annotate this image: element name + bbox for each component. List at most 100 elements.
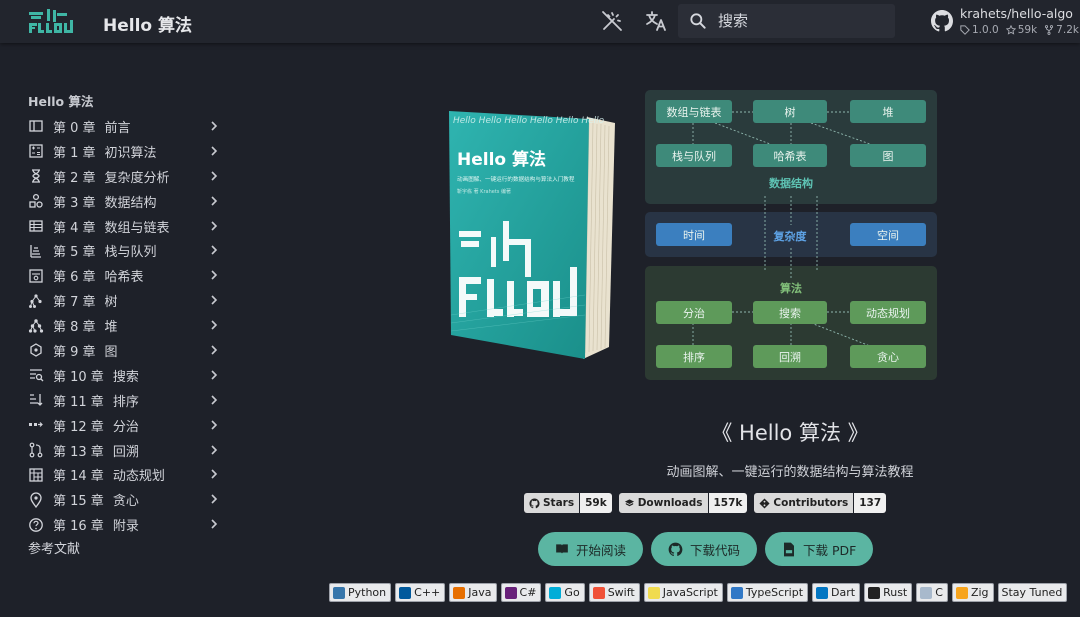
github-icon [931,10,953,32]
chevron-right-icon[interactable] [208,344,220,356]
language-badge-typescript[interactable]: TypeScript [726,583,809,602]
sidebar-item-references[interactable]: 参考文献 [28,537,223,563]
language-badge-python[interactable]: Python [329,583,392,602]
search-input[interactable] [718,10,888,32]
sidebar-item-chapter-3[interactable]: 第 3 章数据结构 [28,189,223,214]
sidebar-item-chapter-2[interactable]: 第 2 章复杂度分析 [28,164,223,189]
calculator-icon [29,144,43,158]
sidebar-item-chapter-10[interactable]: 第 10 章搜索 [28,363,223,388]
pdf-file-icon [784,542,795,556]
sidebar-item-chapter-0[interactable]: 第 0 章前言 [28,114,223,139]
sidebar-item-chapter-8[interactable]: 第 8 章堆 [28,313,223,338]
contributors-badge[interactable]: Contributors 137 [754,493,887,513]
chevron-right-icon[interactable] [208,468,220,480]
sidebar-item-chapter-5[interactable]: 第 5 章栈与队列 [28,238,223,263]
sidebar-item-chapter-4[interactable]: 第 4 章数组与链表 [28,214,223,239]
tag-icon [960,25,970,35]
diagram-box-graph: 图 [850,144,926,167]
sidebar-item-chapter-6[interactable]: 第 6 章哈希表 [28,263,223,288]
language-logo-icon [647,586,660,599]
start-reading-button[interactable]: 开始阅读 [538,532,644,566]
language-badge-java[interactable]: Java [449,583,497,602]
theme-toggle-icon[interactable] [600,9,624,33]
github-icon [529,497,540,508]
chevron-right-icon[interactable] [208,220,220,232]
repo-link[interactable]: krahets/hello-algo 1.0.0 59k 7.2k [930,5,1079,39]
chevron-right-icon[interactable] [208,294,220,306]
chevron-right-icon[interactable] [208,195,220,207]
sidebar-item-chapter-14[interactable]: 第 14 章动态规划 [28,462,223,487]
chevron-right-icon[interactable] [208,444,220,456]
hero-subtitle: 动画图解、一键运行的数据结构与算法教程 [666,465,914,480]
sidebar-item-chapter-9[interactable]: 第 9 章图 [28,338,223,363]
shapes-icon [29,194,43,208]
chapter-number: 第 13 章 [53,444,104,460]
chapter-number: 第 15 章 [53,494,104,510]
chapter-title: 初识算法 [104,145,157,161]
tree-icon [29,294,42,308]
language-badge-rust[interactable]: Rust [864,583,913,602]
diagram-box-space: 空间 [850,223,926,246]
language-badge-swift[interactable]: Swift [588,583,640,602]
sidebar-item-chapter-16[interactable]: 第 16 章附录 [28,512,223,537]
book-tagline: 动画图解、一键运行的数据结构与算法入门教程 [457,175,575,183]
download-pdf-button[interactable]: 下载 PDF [765,532,874,566]
header: Hello 算法 krahets/hello-algo 1.0.0 [0,0,1080,43]
language-logo-icon [868,586,881,599]
chapter-number: 第 0 章 [53,120,96,136]
graph-icon [30,343,42,358]
chevron-right-icon[interactable] [208,518,220,530]
diagram-box-sort: 排序 [656,345,732,368]
language-badge-c-[interactable]: C++ [395,583,446,602]
backtrack-icon [29,442,43,458]
search-box[interactable] [678,4,895,38]
diagram-box-hash: 哈希表 [753,144,827,167]
downloads-badge[interactable]: Downloads 157k [618,493,748,513]
hello-algo-logo[interactable] [27,8,75,34]
language-logo-icon [816,586,829,599]
sidebar-item-chapter-1[interactable]: 第 1 章初识算法 [28,139,223,164]
site-title[interactable]: Hello 算法 [103,11,192,36]
diagram-box-time: 时间 [656,223,732,246]
language-badge-stay-tuned[interactable]: Stay Tuned [997,583,1068,602]
sidebar-item-chapter-7[interactable]: 第 7 章树 [28,288,223,313]
chevron-right-icon[interactable] [208,244,220,256]
language-badge-go[interactable]: Go [545,583,585,602]
chevron-right-icon[interactable] [208,369,220,381]
chevron-right-icon[interactable] [208,170,220,182]
chapter-title: 树 [104,295,118,311]
language-badge-dart[interactable]: Dart [812,583,861,602]
sidebar-title[interactable]: Hello 算法 [28,92,223,112]
book-authors: 靳宇栋 著 Krahets 编著 [457,188,511,195]
chevron-right-icon[interactable] [208,319,220,331]
chapter-number: 第 16 章 [53,519,104,535]
sidebar-nav: Hello 算法 第 0 章前言第 1 章初识算法第 2 章复杂度分析第 3 章… [28,92,223,563]
chevron-right-icon[interactable] [208,493,220,505]
sidebar-item-chapter-13[interactable]: 第 13 章回溯 [28,438,223,463]
search-icon [690,13,706,29]
language-logo-icon [399,586,412,599]
language-badge-c-[interactable]: C# [500,583,542,602]
language-badge-javascript[interactable]: JavaScript [643,583,723,602]
diagram-box-search: 搜索 [753,301,827,324]
sidebar-item-chapter-15[interactable]: 第 15 章贪心 [28,487,223,512]
chevron-right-icon[interactable] [208,269,220,281]
sidebar-item-chapter-12[interactable]: 第 12 章分治 [28,413,223,438]
language-badge-zig[interactable]: Zig [951,583,994,602]
sidebar-item-chapter-11[interactable]: 第 11 章排序 [28,388,223,413]
chevron-right-icon[interactable] [208,145,220,157]
chapter-title: 搜索 [112,369,139,385]
chevron-right-icon[interactable] [208,394,220,406]
star-icon [1005,25,1016,35]
download-code-button[interactable]: 下载代码 [651,532,758,566]
repo-facts: 1.0.0 59k 7.2k [960,24,1079,36]
chapter-number: 第 4 章 [53,220,96,236]
chapter-title: 堆 [104,320,118,336]
sort-icon [30,394,43,407]
translate-icon[interactable] [644,9,668,33]
stars-badge[interactable]: Stars 59k [524,493,612,513]
chevron-right-icon[interactable] [208,419,220,431]
diagram-box-heap: 堆 [850,100,926,123]
language-badge-c[interactable]: C [916,583,948,602]
chevron-right-icon[interactable] [208,120,220,132]
